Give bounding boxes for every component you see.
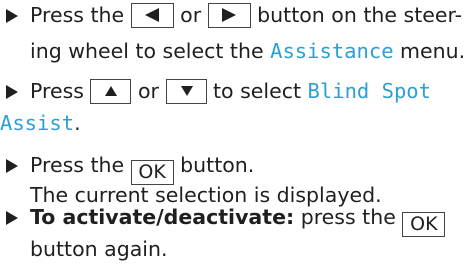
text: ing wheel to select the bbox=[30, 39, 271, 63]
text: button. bbox=[173, 153, 255, 177]
text: menu. bbox=[393, 39, 466, 63]
step-1-line-1: Press the or button on the steer- bbox=[30, 2, 462, 28]
right-button-key bbox=[207, 3, 251, 28]
instruction-steps: Press the or button on the steer- ing wh… bbox=[0, 0, 466, 264]
display-text-assist: Assist bbox=[0, 111, 75, 135]
step-2-line-2: Assist. bbox=[0, 110, 81, 136]
triangle-down-icon bbox=[180, 86, 193, 96]
bold-label: To activate/deactivate: bbox=[30, 205, 295, 229]
text: button on the steer- bbox=[250, 3, 462, 27]
display-text-assistance: Assistance bbox=[270, 39, 394, 63]
display-text-blind-spot: Blind Spot bbox=[307, 79, 431, 103]
up-button-key bbox=[90, 79, 132, 104]
down-button-key bbox=[165, 79, 207, 104]
text: . bbox=[74, 111, 81, 135]
text: Press the bbox=[30, 3, 131, 27]
bullet-arrow-icon bbox=[6, 211, 18, 225]
triangle-right-icon bbox=[221, 8, 236, 22]
text: or bbox=[173, 3, 208, 27]
bullet-arrow-icon bbox=[6, 159, 18, 173]
ok-button-key: OK bbox=[402, 212, 446, 237]
triangle-up-icon bbox=[105, 86, 118, 96]
left-button-key bbox=[130, 3, 174, 28]
text: or bbox=[131, 79, 166, 103]
bullet-arrow-icon bbox=[6, 9, 18, 23]
step-1-line-2: ing wheel to select the Assistance menu. bbox=[30, 38, 465, 64]
text: button again. bbox=[30, 237, 168, 261]
triangle-left-icon bbox=[144, 8, 159, 22]
text: to select bbox=[206, 79, 308, 103]
step-2-line-1: Press or to select Blind Spot bbox=[30, 78, 431, 104]
text: Press the bbox=[30, 153, 131, 177]
step-4-line-2: button again. bbox=[30, 236, 167, 262]
step-4-line-1: To activate/deactivate: press the OK bbox=[30, 204, 446, 237]
bullet-arrow-icon bbox=[6, 85, 18, 99]
text: press the bbox=[294, 205, 403, 229]
text: Press bbox=[30, 79, 91, 103]
step-3-line-1: Press the OK button. bbox=[30, 152, 255, 185]
